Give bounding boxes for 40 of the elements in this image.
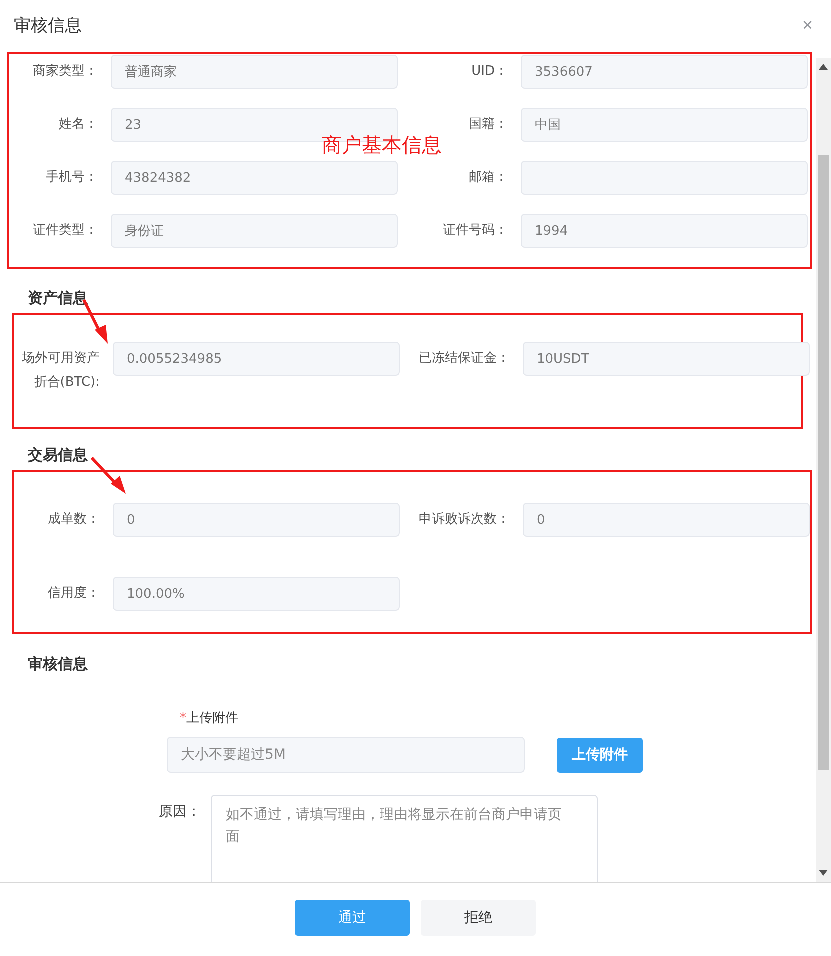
- field-label: 手机号：: [45, 169, 98, 187]
- upload-button[interactable]: 上传附件: [557, 738, 643, 772]
- field-label: 原因：: [158, 803, 201, 821]
- field-label: UID：: [470, 63, 508, 81]
- input-field[interactable]: 0.0055234985: [113, 342, 400, 376]
- scrollbar-thumb[interactable]: [818, 155, 829, 770]
- field-label: 成单数：: [47, 511, 100, 529]
- field-label: 申诉败诉次数：: [418, 511, 510, 529]
- approve-button[interactable]: 通过: [295, 900, 410, 936]
- input-field[interactable]: 大小不要超过5M: [167, 737, 525, 773]
- input-field[interactable]: 中国: [521, 108, 808, 142]
- scroll-down-icon[interactable]: [819, 870, 828, 876]
- input-field[interactable]: 身份证: [111, 214, 398, 248]
- field-label: 姓名：: [58, 116, 98, 134]
- field-label: 信用度：: [47, 585, 100, 603]
- close-button[interactable]: ×: [802, 14, 813, 36]
- dialog-title: 审核信息: [14, 14, 82, 36]
- reject-button[interactable]: 拒绝: [421, 900, 536, 936]
- input-field[interactable]: 43824382: [111, 161, 398, 195]
- section-heading: 交易信息: [28, 445, 88, 466]
- field-label: 证件号码：: [442, 222, 508, 240]
- reason-textarea[interactable]: 如不通过，请填写理由，理由将显示在前台商户申请页面: [211, 795, 598, 882]
- input-field[interactable]: 0: [113, 503, 400, 537]
- input-field[interactable]: 100.00%: [113, 577, 400, 611]
- field-label: 商家类型：: [32, 63, 98, 81]
- input-field[interactable]: 0: [523, 503, 810, 537]
- field-label: 证件类型：: [32, 222, 98, 240]
- input-field[interactable]: 3536607: [521, 55, 808, 89]
- field-label: *上传附件: [180, 710, 238, 727]
- field-label: 已冻结保证金：: [418, 350, 510, 368]
- input-field[interactable]: 1994: [521, 214, 808, 248]
- section-heading: 审核信息: [28, 654, 88, 675]
- field-label: 场外可用资产折合(BTC):: [21, 350, 100, 392]
- field-label: 邮箱：: [468, 169, 508, 187]
- scroll-up-icon[interactable]: [819, 64, 828, 70]
- input-field[interactable]: 普通商家: [111, 55, 398, 89]
- field-label: 国籍：: [468, 116, 508, 134]
- input-field[interactable]: 10USDT: [523, 342, 810, 376]
- input-field[interactable]: [521, 161, 808, 195]
- scrollbar[interactable]: [816, 58, 831, 882]
